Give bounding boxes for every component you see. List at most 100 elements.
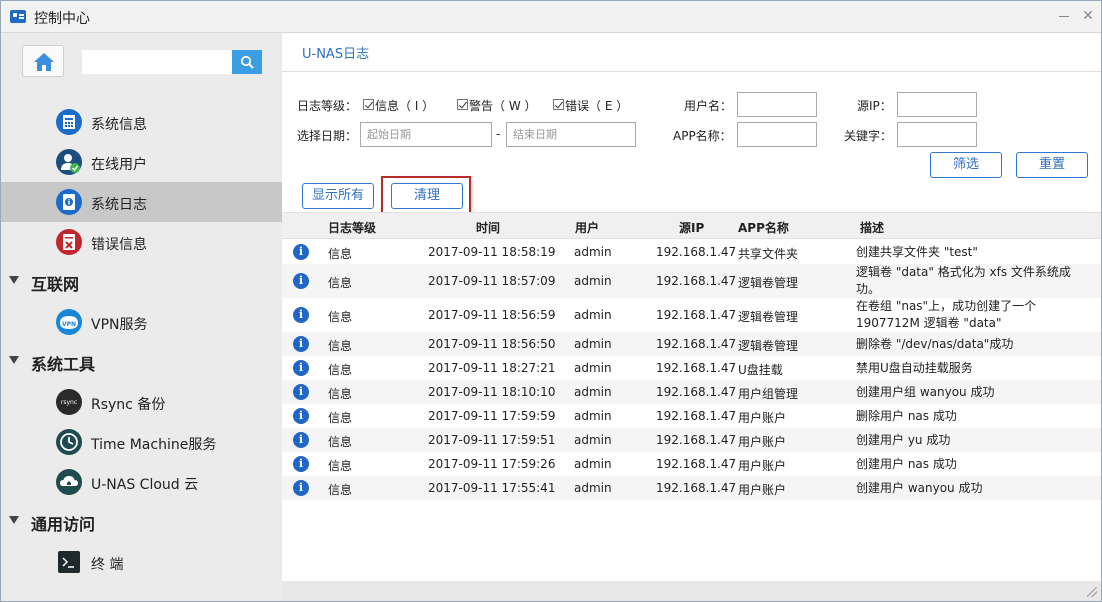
cell-app-name: 共享文件夹 [738,247,799,261]
cell-level: 信息 [328,339,353,353]
info-icon: i [293,408,309,424]
info-icon: i [293,384,309,400]
sidebar-item-system-log[interactable]: 系统日志 [1,182,282,222]
info-icon: i [293,307,309,323]
sidebar-item-unas-cloud[interactable]: U-NAS Cloud 云 [1,462,282,502]
cell-level: 信息 [328,276,353,290]
table-row[interactable]: i 信息 2017-09-11 18:58:19 admin 192.168.1.47 共… [282,240,1101,264]
sidebar-item-system-info[interactable]: 系统信息 [1,102,282,142]
group-general-access[interactable]: 通用访问 [1,502,282,542]
show-all-button[interactable]: 显示所有 [302,183,374,209]
level-warn-checkbox[interactable] [457,99,468,110]
cell-time: 2017-09-11 18:56:59 [428,308,556,322]
table-row[interactable]: i 信息 2017-09-11 17:59:26 admin 192.168.1.47 用… [282,452,1101,476]
end-date-input[interactable] [506,122,636,147]
sidebar-item-label: 在线用户 [91,157,147,173]
search-input[interactable] [82,50,232,74]
start-date-input[interactable] [360,122,492,147]
cell-time: 2017-09-11 17:55:41 [428,481,556,495]
username-input[interactable] [737,92,817,117]
table-row[interactable]: i 信息 2017-09-11 17:55:41 admin 192.168.1.47 用… [282,476,1101,500]
rsync-icon: rsync [56,389,82,415]
home-button[interactable] [22,45,64,77]
source-ip-input[interactable] [897,92,977,117]
sidebar-item-terminal[interactable]: 终 端 [1,542,282,582]
table-row[interactable]: i 信息 2017-09-11 17:59:51 admin 192.168.1.47 用… [282,428,1101,452]
info-icon: i [293,456,309,472]
cell-level: 信息 [328,387,353,401]
header-description[interactable]: 描述 [860,219,884,236]
date-separator: - [496,127,501,141]
sidebar-item-error-info[interactable]: 错误信息 [1,222,282,262]
sidebar-item-label: 错误信息 [91,237,147,253]
cell-source-ip: 192.168.1.47 [656,337,737,351]
search-button[interactable] [232,50,262,74]
group-internet[interactable]: 互联网 [1,262,282,302]
date-label: 选择日期： [297,129,358,143]
close-button[interactable]: ✕ [1077,5,1099,27]
group-label: 系统工具 [31,355,96,374]
status-bar [282,581,1101,601]
terminal-icon [58,551,80,573]
log-level-label: 日志等级： [297,99,358,113]
vpn-icon: VPN [56,309,82,335]
sidebar-item-rsync[interactable]: rsync Rsync 备份 [1,382,282,422]
cell-user: admin [574,245,612,259]
cell-description: 逻辑卷 "data" 格式化为 xfs 文件系统成功。 [856,265,1071,296]
header-time[interactable]: 时间 [476,219,500,236]
header-user[interactable]: 用户 [575,219,599,236]
level-warn-label: 警告（ W ） [469,99,537,113]
system-log-icon [56,189,82,215]
table-row[interactable]: i 信息 2017-09-11 18:56:50 admin 192.168.1.47 逻… [282,332,1101,356]
keyword-input[interactable] [897,122,977,147]
online-users-icon [56,149,82,175]
cell-app-name: 用户账户 [738,483,787,497]
table-row[interactable]: i 信息 2017-09-11 18:27:21 admin 192.168.1.47 U… [282,356,1101,380]
sidebar-item-vpn[interactable]: VPN VPN服务 [1,302,282,342]
cell-source-ip: 192.168.1.47 [656,481,737,495]
cell-level: 信息 [328,247,353,261]
cell-level: 信息 [328,483,353,497]
header-app-name[interactable]: APP名称 [738,219,789,236]
level-info-label: 信息（ I ） [375,99,435,113]
system-info-icon [56,109,82,135]
control-center-icon [10,10,26,23]
home-icon [34,53,54,71]
filter-button[interactable]: 筛选 [930,152,1002,178]
cell-description: 删除用户 nas 成功 [856,409,957,423]
level-info-checkbox[interactable] [363,99,374,110]
cell-user: admin [574,361,612,375]
level-error-label: 错误（ E ） [565,99,629,113]
level-error-checkbox[interactable] [553,99,564,110]
cell-user: admin [574,274,612,288]
table-row[interactable]: i 信息 2017-09-11 18:57:09 admin 192.168.1.47 逻… [282,264,1101,298]
cell-user: admin [574,385,612,399]
group-system-tools[interactable]: 系统工具 [1,342,282,382]
cell-time: 2017-09-11 18:57:09 [428,274,556,288]
sidebar-item-online-users[interactable]: 在线用户 [1,142,282,182]
divider [282,71,1101,72]
cell-description: 创建用户 yu 成功 [856,433,951,447]
app-name-input[interactable] [737,122,817,147]
keyword-label: 关键字： [844,129,893,143]
title-bar: 控制中心 ✕ [1,1,1101,33]
sidebar-item-label: 终 端 [91,557,124,573]
cell-source-ip: 192.168.1.47 [656,361,737,375]
resize-grip-icon[interactable] [1087,587,1097,597]
cell-level: 信息 [328,411,353,425]
header-level[interactable]: 日志等级 [328,219,376,236]
sidebar-item-time-machine[interactable]: Time Machine服务 [1,422,282,462]
sidebar-item-label: 系统信息 [91,117,147,133]
clear-button[interactable]: 清理 [391,183,463,209]
cell-user: admin [574,481,612,495]
reset-button[interactable]: 重置 [1016,152,1088,178]
table-row[interactable]: i 信息 2017-09-11 18:10:10 admin 192.168.1.47 用… [282,380,1101,404]
cell-user: admin [574,308,612,322]
minimize-button[interactable] [1053,5,1075,27]
cell-time: 2017-09-11 17:59:26 [428,457,556,471]
search-icon [240,55,254,69]
cell-user: admin [574,457,612,471]
header-source-ip[interactable]: 源IP [679,219,704,236]
table-row[interactable]: i 信息 2017-09-11 18:56:59 admin 192.168.1.47 逻… [282,298,1101,332]
table-row[interactable]: i 信息 2017-09-11 17:59:59 admin 192.168.1.47 用… [282,404,1101,428]
